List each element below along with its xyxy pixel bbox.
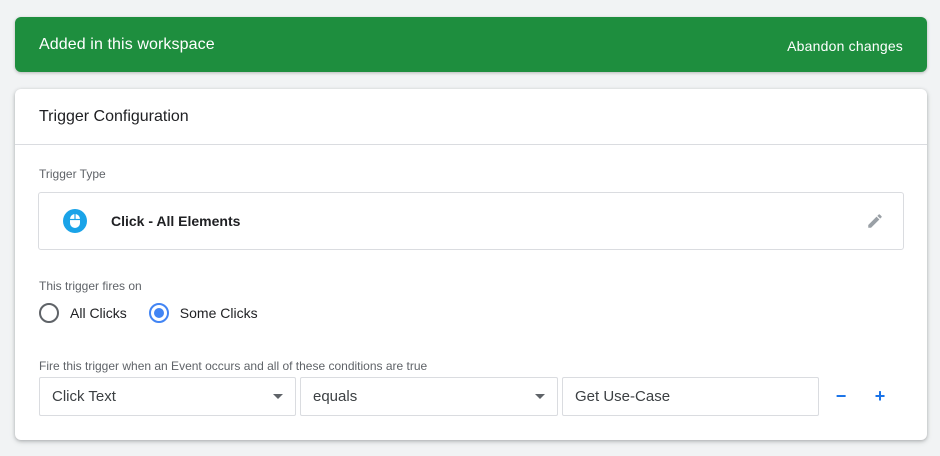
variable-select[interactable]: Click Text <box>39 377 296 416</box>
condition-value-text: Get Use-Case <box>575 388 671 405</box>
radio-all-clicks[interactable]: All Clicks <box>39 303 127 323</box>
condition-value-input[interactable]: Get Use-Case <box>562 377 819 416</box>
operator-select[interactable]: equals <box>300 377 558 416</box>
dropdown-arrow-icon <box>535 394 545 399</box>
condition-label: Fire this trigger when an Event occurs a… <box>39 359 428 373</box>
trigger-configuration-card: Trigger Configuration Trigger Type Click… <box>15 89 927 440</box>
radio-button-unchecked[interactable] <box>39 303 59 323</box>
trigger-type-selector[interactable]: Click - All Elements <box>38 192 904 250</box>
fires-on-label: This trigger fires on <box>39 279 142 293</box>
trigger-type-name: Click - All Elements <box>111 213 241 229</box>
variable-select-value: Click Text <box>52 388 116 405</box>
card-title: Trigger Configuration <box>39 107 189 125</box>
card-header: Trigger Configuration <box>15 89 927 145</box>
banner-title: Added in this workspace <box>39 35 215 53</box>
mouse-icon <box>63 209 87 233</box>
trigger-type-label: Trigger Type <box>39 167 106 181</box>
radio-button-checked[interactable] <box>148 303 169 323</box>
pencil-icon[interactable] <box>863 209 887 233</box>
add-condition-button[interactable]: + <box>868 385 892 409</box>
radio-label-all-clicks: All Clicks <box>70 305 127 321</box>
radio-label-some-clicks: Some Clicks <box>179 305 258 321</box>
operator-select-value: equals <box>313 388 358 405</box>
fires-on-radio-group: All Clicks Some Clicks <box>39 303 280 323</box>
workspace-status-banner: Added in this workspace Abandon changes <box>15 17 927 72</box>
condition-row: Click Text equals Get Use-Case − + <box>39 377 892 416</box>
abandon-changes-button[interactable]: Abandon changes <box>787 32 903 60</box>
remove-condition-button[interactable]: − <box>829 385 853 409</box>
dropdown-arrow-icon <box>273 394 283 399</box>
radio-some-clicks[interactable]: Some Clicks <box>148 303 258 323</box>
